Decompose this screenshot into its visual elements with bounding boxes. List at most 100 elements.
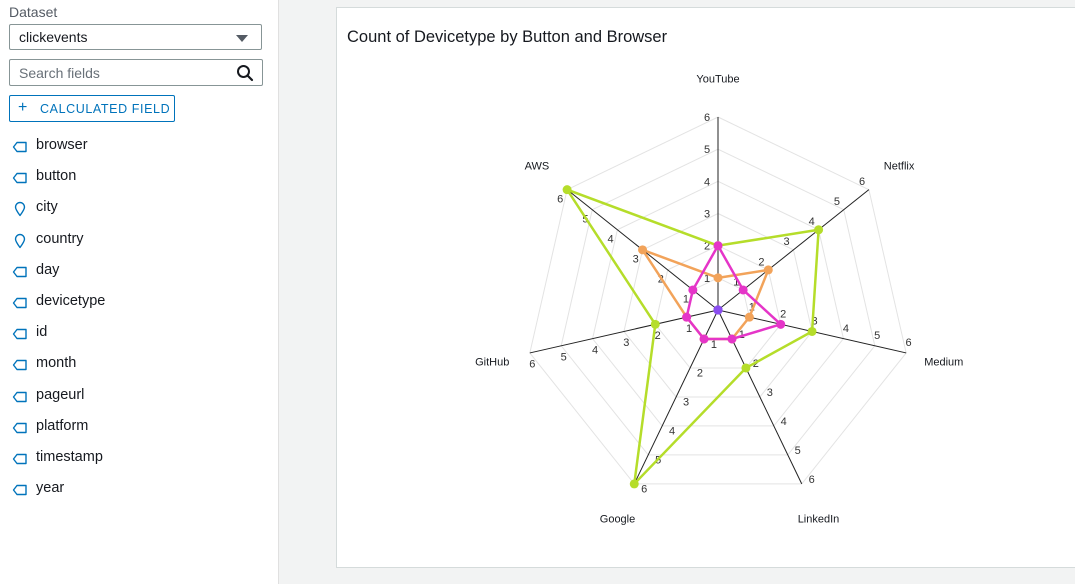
field-item[interactable]: button — [0, 166, 270, 190]
dataset-label: Dataset — [9, 4, 58, 20]
field-item[interactable]: city — [0, 197, 270, 221]
radar-tick-label: 3 — [623, 337, 629, 349]
radar-data-point — [741, 363, 751, 373]
field-label: city — [36, 199, 58, 216]
radar-category-label: GitHub — [475, 357, 509, 369]
radar-data-point — [776, 319, 786, 329]
dimension-tag-icon — [12, 360, 27, 371]
radar-tick-label: 3 — [767, 387, 773, 399]
field-item[interactable]: year — [0, 478, 270, 502]
field-label: month — [36, 355, 77, 372]
radar-tick-label: 6 — [704, 112, 710, 124]
field-item[interactable]: timestamp — [0, 447, 270, 471]
radar-data-point — [744, 312, 754, 322]
dataset-select[interactable]: clickevents — [9, 24, 262, 50]
search-input[interactable] — [10, 60, 229, 85]
radar-tick-label: 4 — [607, 233, 613, 245]
dimension-tag-icon — [12, 422, 27, 433]
dimension-tag-icon — [12, 484, 27, 496]
fields-sidebar: Dataset clickevents + CALCULATED FIELD b… — [0, 0, 279, 584]
radar-chart-visual[interactable]: Count of Devicetype by Button and Browse… — [336, 7, 1075, 568]
field-label: day — [36, 261, 60, 278]
radar-tick-label: 5 — [874, 330, 880, 342]
radar-data-point — [713, 241, 723, 251]
field-label: timestamp — [36, 449, 103, 465]
radar-tick-label: 4 — [843, 323, 849, 335]
field-label: platform — [36, 417, 89, 434]
field-label: button — [36, 168, 77, 185]
field-label: browser — [36, 137, 88, 153]
radar-tick-label: 3 — [784, 236, 790, 248]
field-item[interactable]: browser — [0, 135, 270, 159]
field-label: id — [36, 324, 48, 341]
radar-category-label: Netflix — [884, 161, 915, 173]
radar-tick-label: 3 — [633, 253, 639, 265]
field-item[interactable]: devicetype — [0, 291, 270, 315]
radar-tick-label: 6 — [859, 176, 865, 188]
geo-pin-icon — [14, 233, 26, 248]
radar-tick-label: 4 — [781, 416, 787, 428]
dimension-tag-icon — [12, 328, 27, 340]
field-item[interactable]: country — [0, 229, 270, 253]
radar-tick-label: 3 — [704, 209, 710, 221]
radar-tick-label: 6 — [809, 474, 815, 486]
radar-tick-label: 4 — [704, 176, 710, 188]
calculated-field-label: CALCULATED FIELD — [40, 102, 171, 116]
radar-category-label: Medium — [924, 357, 963, 369]
radar-category-label: LinkedIn — [798, 514, 840, 526]
radar-tick-label: 1 — [683, 294, 689, 306]
radar-tick-label: 3 — [683, 397, 689, 409]
radar-data-point — [738, 285, 748, 295]
search-icon[interactable] — [236, 64, 254, 82]
radar-data-point — [814, 225, 824, 235]
radar-tick-label: 4 — [809, 216, 815, 228]
radar-data-point — [562, 185, 572, 195]
field-item[interactable]: day — [0, 260, 270, 284]
radar-tick-label: 2 — [655, 330, 661, 342]
field-item[interactable]: month — [0, 353, 270, 377]
field-label: devicetype — [36, 293, 106, 309]
field-label: pageurl — [36, 386, 85, 403]
radar-data-point — [763, 265, 773, 275]
dimension-tag-icon — [12, 391, 27, 402]
radar-tick-label: 1 — [711, 339, 717, 351]
radar-data-point — [713, 305, 723, 315]
dimension-tag-icon — [12, 141, 27, 153]
field-label: year — [36, 480, 65, 497]
add-calculated-field-button[interactable]: + CALCULATED FIELD — [9, 95, 175, 122]
radar-data-point — [629, 479, 639, 489]
dimension-tag-icon — [12, 266, 27, 277]
radar-data-point — [688, 285, 698, 295]
field-item[interactable]: pageurl — [0, 385, 270, 409]
radar-tick-label: 6 — [906, 337, 912, 349]
radar-data-point — [699, 334, 709, 344]
radar-data-point — [713, 273, 723, 283]
caret-down-icon — [236, 35, 248, 42]
radar-data-point — [682, 312, 692, 322]
radar-tick-label: 5 — [704, 144, 710, 156]
radar-tick-label: 2 — [758, 256, 764, 268]
radar-data-point — [727, 334, 737, 344]
radar-tick-label: 4 — [592, 344, 598, 356]
radar-tick-label: 5 — [834, 196, 840, 208]
dimension-tag-icon — [12, 453, 27, 465]
radar-category-label: Google — [600, 514, 635, 526]
field-label: country — [36, 230, 84, 247]
radar-tick-label: 6 — [641, 484, 647, 496]
dimension-tag-icon — [12, 172, 27, 184]
dimension-tag-icon — [12, 297, 27, 309]
radar-tick-label: 5 — [561, 352, 567, 364]
radar-category-label: YouTube — [696, 73, 739, 85]
radar-data-point — [807, 326, 817, 336]
radar-data-point — [650, 319, 660, 329]
search-box — [9, 59, 263, 86]
dataset-value: clickevents — [19, 29, 88, 45]
radar-tick-label: 5 — [795, 445, 801, 457]
field-item[interactable]: id — [0, 322, 270, 346]
radar-chart: 1234561234561234561234561234561234561234… — [475, 73, 963, 526]
radar-tick-label: 2 — [780, 309, 786, 321]
radar-tick-label: 4 — [669, 426, 675, 438]
radar-series-line — [685, 243, 784, 341]
field-item[interactable]: platform — [0, 416, 270, 440]
radar-tick-label: 6 — [557, 193, 563, 205]
